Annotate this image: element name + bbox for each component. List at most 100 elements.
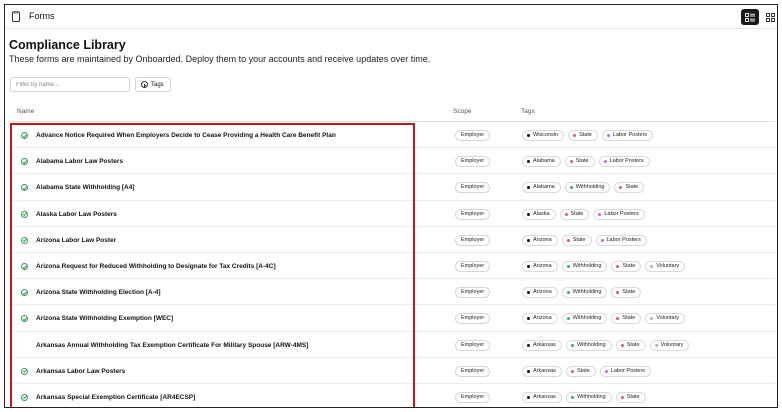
form-name[interactable]: Arkansas Special Exemption Certificate [… [36,394,195,401]
scope-badge: Employer [455,156,491,168]
tag-badge: Arizona [522,260,558,272]
tag-label: Arizona [533,262,552,269]
tag-list: Arkansas Withholding State Voluntary [522,339,690,351]
tag-label: State [625,184,639,191]
table-row[interactable]: Advance Notice Required When Employers D… [9,122,775,149]
tag-badge: Wisconsin [522,130,565,141]
table-row[interactable]: Arizona Labor Law Poster Employer Arizona S… [9,227,775,253]
tag-dot-icon [566,264,570,268]
form-name[interactable]: Arizona Request for Reduced Withholding … [36,263,276,270]
tag-dot-icon [527,186,530,190]
forms-table: Name Scope Tags Advance Notice Required … [9,101,775,407]
table-row[interactable]: Arizona State Withholding Exemption [WEC… [9,305,775,332]
tag-dot-icon [570,395,574,399]
tag-list: Alabama State Labor Posters [522,156,650,168]
tag-label: Alabama [533,158,555,165]
tag-badge: Arizona [522,287,558,299]
tag-badge: State [561,234,592,246]
filter-by-name-input[interactable] [10,77,130,92]
table-row[interactable]: Arkansas Annual Withholding Tax Exemptio… [9,332,775,358]
tag-badge: Labor Posters [598,156,650,168]
table-row[interactable]: Arkansas Labor Law Posters Employer Arkans… [9,358,775,384]
tag-label: Arizona [533,315,552,322]
tag-list: Arizona Withholding State Voluntary [522,260,686,272]
table-row[interactable]: Arizona State Withholding Election [A-4]… [9,279,775,306]
tag-label: State [570,210,584,217]
tag-label: Alabama [533,184,555,191]
tag-dot-icon [620,395,624,399]
form-name[interactable]: Arkansas Annual Withholding Tax Exemptio… [36,342,308,349]
tags-filter-button[interactable]: Tags [135,77,171,92]
tag-dot-icon [527,369,530,373]
column-header-tags[interactable]: Tags [521,108,535,115]
tag-label: Voluntary [656,315,680,322]
tag-badge: Withholding [561,260,608,272]
scope-badge: Employer [455,234,491,246]
grid-view-button[interactable] [761,9,777,25]
list-view-button[interactable] [741,9,759,25]
tag-badge: Withholding [565,339,612,351]
tag-dot-icon [598,212,602,216]
tag-label: Labor Posters [612,132,648,138]
tag-label: Withholding [576,393,606,400]
check-circle-icon [21,184,28,192]
check-circle-icon [21,236,28,244]
tag-dot-icon [620,343,624,347]
form-name[interactable]: Alabama Labor Law Posters [36,158,123,165]
tag-label: State [626,341,640,348]
table-row[interactable]: Alabama Labor Law Posters Employer Alabama… [9,148,775,175]
form-name[interactable]: Arizona State Withholding Election [A-4] [36,289,161,296]
tag-list: Alaska State Labor Posters [522,208,645,220]
tag-label: Arizona [533,236,552,243]
table-header: Name Scope Tags [9,101,775,122]
table-row[interactable]: Alabama State Withholding [A4] Employer Al… [9,174,775,201]
column-header-name[interactable]: Name [17,108,34,115]
check-circle-icon [21,132,28,139]
tag-badge: Labor Posters [593,208,645,220]
tag-dot-icon [566,291,570,295]
form-name[interactable]: Alabama State Withholding [A4] [36,184,135,191]
topbar-title: Forms [29,11,55,21]
tag-list: Arizona Withholding State [522,287,642,299]
plus-circle-icon [141,81,148,88]
tag-label: State [575,158,589,165]
tag-dot-icon [650,264,654,268]
check-circle-icon [21,315,28,323]
tag-label: Withholding [572,315,602,322]
table-row[interactable]: Alaska Labor Law Posters Employer Alaska St… [9,201,775,227]
tag-list: Arizona State Labor Posters [522,234,647,246]
check-circle-icon [21,262,28,270]
tag-label: Withholding [572,289,602,296]
tag-list: Wisconsin State Labor Posters [522,130,654,141]
tag-label: State [622,262,636,269]
tag-badge: Arkansas [522,391,562,403]
tag-badge: State [568,130,598,141]
form-name[interactable]: Arkansas Labor Law Posters [36,368,125,375]
tag-badge: Arkansas [522,365,562,377]
tag-dot-icon [527,238,530,242]
tag-badge: Voluntary [649,339,690,351]
form-name[interactable]: Arizona State Withholding Exemption [WEC… [36,315,173,322]
tag-label: Wisconsin [533,132,559,138]
column-header-scope[interactable]: Scope [453,108,471,115]
tag-label: State [579,132,592,138]
check-circle-icon [21,158,28,166]
tag-dot-icon [527,317,530,321]
tag-badge: State [614,182,645,194]
form-name[interactable]: Advance Notice Required When Employers D… [36,132,336,139]
scope-badge: Employer [455,182,491,194]
tag-badge: Labor Posters [601,130,654,141]
tag-dot-icon [527,343,530,347]
tag-list: Alabama Withholding State [522,182,645,194]
table-row[interactable]: Arkansas Special Exemption Certificate [… [9,384,775,407]
tag-label: Arkansas [533,341,556,348]
tag-label: State [576,367,590,374]
tag-badge: Arizona [522,313,558,325]
tag-dot-icon [570,343,574,347]
form-name[interactable]: Alaska Labor Law Posters [36,211,117,218]
form-name[interactable]: Arizona Labor Law Poster [36,237,116,244]
tag-badge: Withholding [561,287,608,299]
scope-badge: Employer [455,339,491,351]
tag-label: Labor Posters [609,158,644,165]
table-row[interactable]: Arizona Request for Reduced Withholding … [9,253,775,280]
